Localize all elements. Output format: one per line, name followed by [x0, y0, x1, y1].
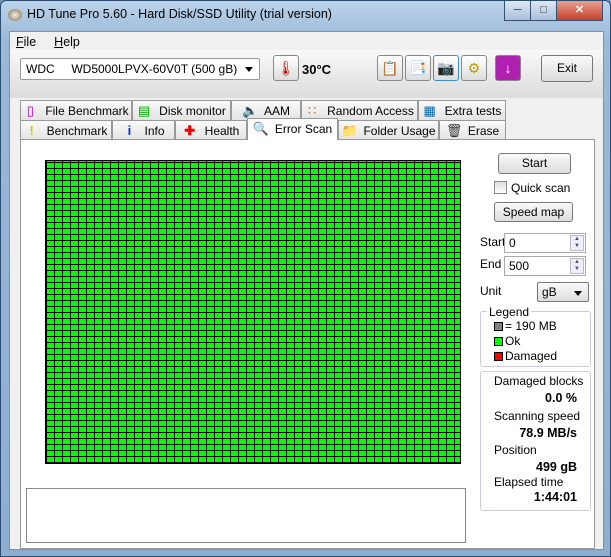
app-icon	[8, 9, 22, 21]
maximize-button[interactable]: □	[530, 1, 557, 21]
damaged-blocks-value: 0.0 %	[545, 391, 577, 405]
elapsed-time-label: Elapsed time	[494, 475, 564, 489]
exclamation-icon: !	[29, 123, 34, 138]
tab-disk-monitor[interactable]: ▤ Disk monitor	[132, 100, 231, 120]
chevron-down-icon	[245, 67, 253, 72]
menu-help[interactable]: Help	[54, 35, 80, 49]
position-label: Position	[494, 443, 537, 457]
info-icon: i	[127, 123, 132, 138]
exit-button[interactable]: Exit	[541, 55, 593, 82]
temperature-readout: 30°C	[302, 62, 332, 77]
spinner-icon[interactable]: ▲ ▼	[570, 235, 584, 251]
unit-label: Unit	[480, 284, 502, 298]
speed-map-button[interactable]: Speed map	[494, 202, 573, 222]
disk-monitor-icon: ▤	[138, 103, 151, 118]
spinner-icon[interactable]: ▲ ▼	[570, 258, 584, 274]
trash-icon: 🗑	[445, 123, 463, 138]
copy-text-icon[interactable]: 📋	[377, 55, 403, 81]
menu-bar: File Help	[16, 35, 80, 49]
magnifier-icon: 🔍	[252, 121, 269, 136]
extra-tests-icon: ▦	[423, 103, 436, 118]
health-cross-icon: ✚	[184, 123, 196, 138]
folder-icon: 📁	[341, 123, 358, 138]
end-field-label: End	[480, 257, 502, 271]
log-box	[26, 488, 466, 543]
scanning-speed-label: Scanning speed	[494, 409, 581, 423]
copy-screenshot-icon[interactable]: 📑	[405, 55, 431, 81]
chevron-down-icon	[574, 291, 582, 296]
temperature-button[interactable]: 🌡	[273, 55, 299, 81]
green-swatch-icon	[494, 337, 503, 346]
quick-scan-checkbox[interactable]	[494, 181, 507, 194]
file-benchmark-icon: ▯	[26, 103, 34, 118]
unit-select[interactable]: gB	[537, 282, 589, 302]
start-button[interactable]: Start	[498, 153, 571, 174]
close-button[interactable]: ✕	[556, 1, 603, 21]
legend-item-ok: Ok	[494, 334, 520, 348]
drive-select[interactable]: WDC WD5000LPVX-60V0T (500 gB)	[20, 58, 260, 80]
tab-extra-tests[interactable]: ▦ Extra tests	[418, 100, 506, 120]
legend-item-damaged: Damaged	[494, 349, 557, 363]
scan-block-map	[45, 160, 461, 464]
elapsed-time-value: 1:44:01	[533, 490, 577, 504]
gray-swatch-icon	[494, 322, 503, 331]
download-icon[interactable]: ↓	[495, 55, 521, 81]
options-icon[interactable]: ⚙	[461, 55, 487, 81]
tab-aam[interactable]: 🔈 AAM	[231, 100, 301, 120]
camera-icon[interactable]: 📷	[433, 55, 459, 81]
red-swatch-icon	[494, 352, 503, 361]
legend-item-block-size: = 190 MB	[494, 319, 557, 333]
start-field[interactable]: 0 ▲ ▼	[504, 233, 586, 253]
legend-title: Legend	[487, 305, 532, 319]
scanning-speed-value: 78.9 MB/s	[519, 426, 577, 440]
end-field[interactable]: 500 ▲ ▼	[504, 256, 586, 276]
tab-benchmark[interactable]: ! Benchmark	[20, 120, 112, 140]
client-area: File Help WDC WD5000LPVX-60V0T (500 gB) …	[9, 31, 604, 550]
quick-scan-label: Quick scan	[511, 181, 571, 195]
toolbar: WDC WD5000LPVX-60V0T (500 gB) 🌡 30°C 📋 📑…	[10, 50, 603, 98]
tab-file-benchmark[interactable]: ▯ File Benchmark	[20, 100, 132, 120]
error-scan-panel: Start Quick scan Speed map Start 0 ▲ ▼ End…	[20, 139, 595, 549]
tab-info[interactable]: i Info	[112, 120, 175, 140]
minimize-button[interactable]: ─	[504, 1, 531, 21]
tab-error-scan[interactable]: 🔍 Error Scan	[247, 118, 338, 140]
drive-select-value: WDC WD5000LPVX-60V0T (500 gB)	[26, 62, 238, 76]
window-title: HD Tune Pro 5.60 - Hard Disk/SSD Utility…	[27, 7, 332, 21]
app-window: HD Tune Pro 5.60 - Hard Disk/SSD Utility…	[0, 0, 611, 557]
tab-health[interactable]: ✚ Health	[175, 120, 247, 140]
menu-file[interactable]: File	[16, 35, 36, 49]
tab-random-access[interactable]: ∷ Random Access	[301, 100, 418, 120]
tab-folder-usage[interactable]: 📁 Folder Usage	[338, 120, 439, 140]
damaged-blocks-label: Damaged blocks	[494, 374, 584, 388]
tab-erase[interactable]: 🗑 Erase	[439, 120, 506, 140]
position-value: 499 gB	[536, 460, 577, 474]
start-field-label: Start	[480, 235, 506, 249]
